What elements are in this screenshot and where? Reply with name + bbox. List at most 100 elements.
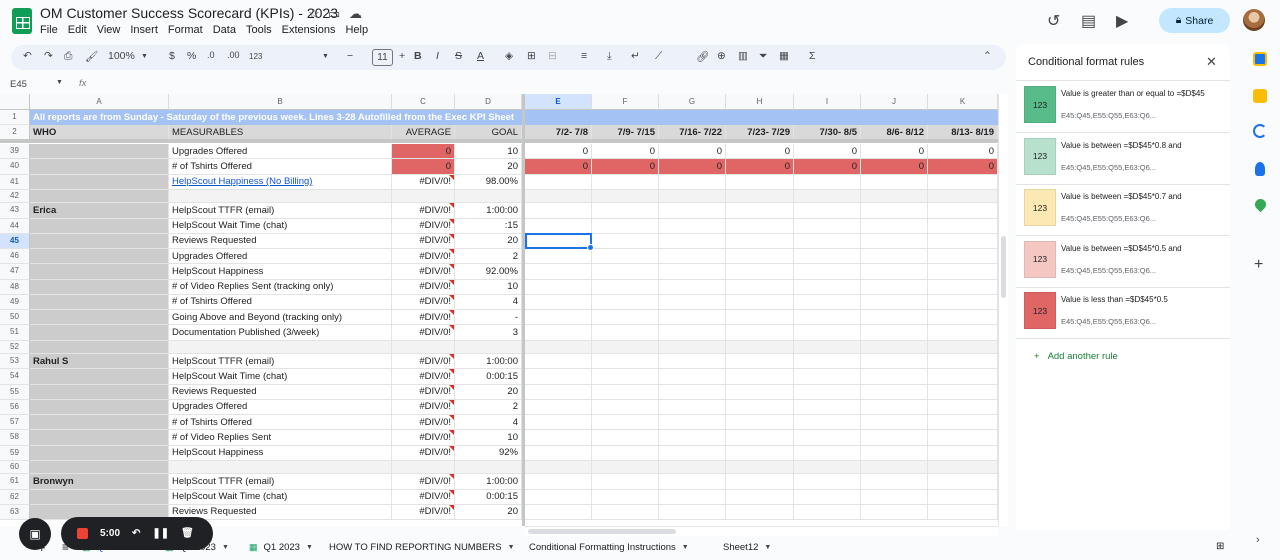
row-number[interactable]: 54 (0, 369, 30, 385)
weekly-cell[interactable] (726, 354, 794, 370)
weekly-cell[interactable] (861, 325, 928, 341)
who-cell[interactable] (30, 159, 169, 175)
weekly-cell[interactable] (861, 354, 928, 370)
print-icon[interactable]: ⎙ (64, 50, 72, 63)
report-banner[interactable]: All reports are from Sunday - Saturday o… (30, 110, 998, 125)
format-rule[interactable]: 123 Value is less than =$D$45*0.5 E45:Q45,… (1016, 287, 1230, 338)
version-history-icon[interactable]: ↺ (1047, 11, 1060, 31)
empty-cell[interactable] (169, 460, 392, 475)
weekly-cell[interactable] (794, 310, 861, 326)
weekly-cell[interactable] (726, 474, 794, 490)
average-cell[interactable]: #DIV/0! (392, 399, 455, 415)
measurables-header[interactable]: MEASURABLES (169, 125, 392, 140)
weekly-cell[interactable] (592, 294, 659, 310)
align-vertical-icon[interactable]: ⤓ (607, 50, 612, 63)
text-color-button[interactable]: A (477, 50, 484, 62)
row-number[interactable]: 63 (0, 504, 30, 520)
weekly-cell[interactable] (794, 504, 861, 520)
vertical-scrollbar[interactable] (998, 94, 1008, 526)
name-box[interactable]: E45 (10, 79, 27, 90)
chevron-down-icon[interactable]: ▼ (508, 544, 515, 551)
weekly-cell[interactable]: 0 (726, 159, 794, 175)
weekly-cell[interactable] (861, 415, 928, 431)
weekly-cell[interactable] (794, 369, 861, 385)
empty-cell[interactable] (726, 189, 794, 204)
goal-cell[interactable]: 20 (455, 384, 522, 400)
explore-icon[interactable]: ⊞ (1216, 541, 1224, 552)
average-cell[interactable]: #DIV/0! (392, 310, 455, 326)
weekly-cell[interactable] (928, 294, 998, 310)
column-header-b[interactable]: B (169, 94, 392, 110)
row-number[interactable]: 45 (0, 233, 30, 249)
horizontal-scrollbar[interactable] (525, 526, 998, 536)
row-number[interactable]: 44 (0, 218, 30, 234)
weekly-cell[interactable] (794, 325, 861, 341)
row-number[interactable]: 43 (0, 203, 30, 219)
column-header-c[interactable]: C (392, 94, 455, 110)
goal-cell[interactable]: - (455, 310, 522, 326)
average-cell[interactable]: #DIV/0! (392, 445, 455, 461)
row-number[interactable]: 1 (0, 110, 30, 125)
format-rule[interactable]: 123 Value is greater than or equal to =$D… (1016, 81, 1230, 132)
measurable-cell[interactable]: # of Tshirts Offered (169, 159, 392, 175)
measurable-cell[interactable]: HelpScout Happiness (169, 264, 392, 280)
weekly-cell[interactable] (659, 445, 726, 461)
cloud-saved-icon[interactable]: ☁ (349, 6, 362, 22)
weekly-cell[interactable] (592, 249, 659, 265)
weekly-cell[interactable] (592, 279, 659, 295)
increase-font-size-button[interactable]: + (399, 50, 405, 62)
goal-cell[interactable]: 92.00% (455, 264, 522, 280)
row-number[interactable]: 56 (0, 399, 30, 415)
paint-format-icon[interactable]: 🖌︎ (85, 50, 98, 63)
weekly-cell[interactable] (592, 415, 659, 431)
weekly-cell[interactable] (861, 445, 928, 461)
average-cell[interactable]: #DIV/0! (392, 264, 455, 280)
weekly-cell[interactable] (592, 203, 659, 219)
empty-cell[interactable] (592, 340, 659, 354)
goal-cell[interactable]: 4 (455, 415, 522, 431)
restart-icon[interactable]: ↶ (132, 528, 140, 539)
weekly-cell[interactable] (659, 430, 726, 446)
menu-view[interactable]: View (97, 24, 121, 36)
measurable-cell[interactable]: Upgrades Offered (169, 144, 392, 160)
frozen-row-divider[interactable] (0, 139, 998, 143)
weekly-cell[interactable] (659, 264, 726, 280)
empty-cell[interactable] (659, 340, 726, 354)
who-cell[interactable]: Rahul S (30, 354, 169, 370)
who-cell[interactable] (30, 294, 169, 310)
goal-cell[interactable]: 20 (455, 159, 522, 175)
weekly-cell[interactable] (525, 279, 592, 295)
who-cell[interactable] (30, 430, 169, 446)
measurable-cell[interactable]: Reviews Requested (169, 233, 392, 249)
weekly-cell[interactable] (794, 445, 861, 461)
who-cell[interactable] (30, 369, 169, 385)
who-cell[interactable] (30, 399, 169, 415)
measurable-cell[interactable]: HelpScout Wait Time (chat) (169, 489, 392, 505)
weekly-cell[interactable] (861, 369, 928, 385)
row-number[interactable]: 59 (0, 445, 30, 461)
weekly-cell[interactable]: 0 (928, 144, 998, 160)
weekly-cell[interactable] (928, 369, 998, 385)
weekly-cell[interactable] (592, 399, 659, 415)
weekly-cell[interactable] (726, 218, 794, 234)
empty-cell[interactable] (861, 189, 928, 204)
stop-recording-button[interactable] (77, 528, 88, 539)
row-number[interactable]: 62 (0, 489, 30, 505)
close-icon[interactable]: ✕ (1206, 54, 1217, 70)
weekly-cell[interactable]: 0 (726, 144, 794, 160)
weekly-cell[interactable] (928, 504, 998, 520)
week-header[interactable]: 8/6- 8/12 (861, 125, 928, 140)
column-header-h[interactable]: H (726, 94, 794, 110)
weekly-cell[interactable] (525, 294, 592, 310)
weekly-cell[interactable] (861, 474, 928, 490)
weekly-cell[interactable] (794, 203, 861, 219)
average-cell[interactable]: #DIV/0! (392, 415, 455, 431)
who-cell[interactable] (30, 325, 169, 341)
goal-cell[interactable]: 0:00:15 (455, 369, 522, 385)
who-cell[interactable] (30, 144, 169, 160)
goal-cell[interactable]: 98.00% (455, 174, 522, 190)
weekly-cell[interactable] (592, 354, 659, 370)
column-header-g[interactable]: G (659, 94, 726, 110)
weekly-cell[interactable] (794, 354, 861, 370)
weekly-cell[interactable] (659, 249, 726, 265)
